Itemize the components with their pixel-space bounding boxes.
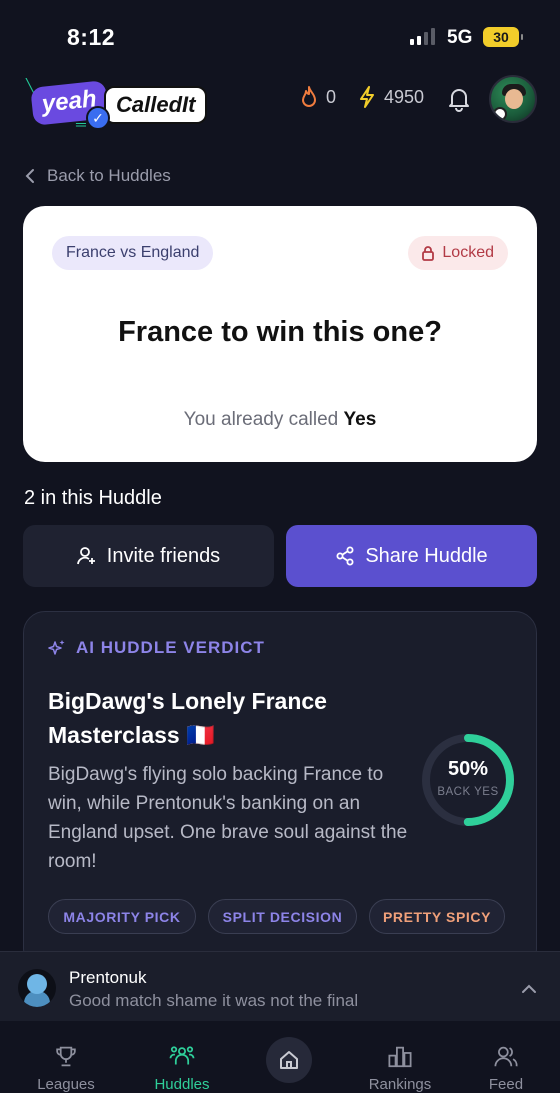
status-bar: 8:12 5G 30 (0, 0, 560, 70)
nav-item-leagues[interactable]: Leagues (11, 1021, 121, 1093)
sparkle-icon: ═ (76, 116, 86, 132)
lightning-icon (360, 86, 374, 108)
called-status: You already called Yes (23, 409, 537, 431)
check-icon: ✓ (86, 106, 110, 130)
chevron-left-icon (25, 169, 34, 183)
points-count: 4950 (384, 86, 425, 107)
gauge-caption: BACK YES (437, 786, 499, 798)
home-icon (280, 1051, 298, 1069)
streak-counter[interactable]: 0 (300, 86, 336, 108)
app-logo[interactable]: ╲ yeah CalledIt ✓ ═ (24, 76, 224, 132)
chevron-up-icon (522, 984, 536, 993)
network-type: 5G (447, 27, 473, 48)
nav-item-huddles[interactable]: Huddles (127, 1021, 237, 1093)
invite-friends-button[interactable]: Invite friends (23, 525, 274, 587)
nav-item-feed[interactable]: Feed (451, 1021, 560, 1093)
locked-label: Locked (442, 244, 494, 261)
verdict-body: BigDawg's flying solo backing France to … (48, 764, 408, 872)
invite-friends-label: Invite friends (106, 544, 221, 567)
bar-chart-icon (388, 1046, 412, 1068)
comment-avatar (18, 969, 56, 1007)
streak-count: 0 (326, 86, 337, 107)
logo-text-calledit: CalledIt (104, 86, 208, 124)
battery-level: 30 (493, 29, 509, 45)
match-pill: France vs England (52, 236, 214, 270)
latest-comment-bar[interactable]: Prentonuk Good match shame it was not th… (0, 951, 560, 1021)
back-to-huddles-link[interactable]: Back to Huddles (25, 166, 171, 186)
huddle-member-count: 2 in this Huddle (24, 487, 162, 509)
locked-badge: Locked (408, 236, 508, 270)
bottom-nav: Leagues Huddles Rankings Feed (0, 1021, 560, 1093)
question-card: France vs England Locked France to win t… (23, 206, 537, 462)
back-yes-gauge: 50% BACK YES (418, 730, 518, 830)
called-value: Yes (343, 409, 377, 430)
add-user-icon (76, 547, 95, 565)
tag-split-decision: SPLIT DECISION (208, 899, 357, 934)
profile-avatar[interactable] (489, 75, 537, 123)
signal-icon (410, 28, 435, 45)
nav-label-huddles: Huddles (154, 1076, 210, 1093)
comment-author: Prentonuk (69, 968, 147, 987)
verdict-title: BigDawg's Lonely France Masterclass 🇫🇷 (48, 688, 327, 748)
nav-label-feed: Feed (488, 1076, 524, 1093)
nav-label-rankings: Rankings (368, 1076, 432, 1093)
lock-icon (422, 245, 435, 261)
group-icon (169, 1046, 195, 1065)
share-icon (336, 546, 354, 566)
flame-icon (302, 86, 316, 107)
comment-text: Good match shame it was not the final (69, 991, 359, 1010)
trophy-icon (56, 1046, 76, 1067)
nav-item-rankings[interactable]: Rankings (345, 1021, 455, 1093)
back-link-label: Back to Huddles (47, 166, 171, 185)
ai-verdict-card: AI HUDDLE VERDICT BigDawg's Lonely Franc… (23, 611, 537, 971)
battery-icon: 30 (483, 27, 523, 47)
status-time: 8:12 (67, 24, 116, 50)
points-counter[interactable]: 4950 (358, 86, 424, 108)
verdict-label-text: AI HUDDLE VERDICT (76, 638, 265, 657)
sparkles-icon (48, 640, 65, 655)
verdict-label: AI HUDDLE VERDICT (48, 638, 265, 658)
bell-icon (449, 89, 469, 112)
nav-label-leagues: Leagues (37, 1076, 95, 1093)
users-icon (494, 1046, 518, 1067)
notifications-button[interactable] (448, 86, 470, 117)
tag-majority-pick: MAJORITY PICK (48, 899, 196, 934)
share-huddle-button[interactable]: Share Huddle (286, 525, 537, 587)
called-prefix: You already called (183, 409, 339, 430)
nav-item-home[interactable] (266, 1037, 312, 1083)
question-title: France to win this one? (118, 316, 442, 348)
share-huddle-label: Share Huddle (365, 544, 488, 567)
app-header: ╲ yeah CalledIt ✓ ═ 0 4950 (0, 70, 560, 132)
gauge-percent: 50% (447, 758, 489, 780)
tag-pretty-spicy: PRETTY SPICY (369, 899, 505, 934)
expand-comments-button[interactable] (521, 981, 537, 999)
